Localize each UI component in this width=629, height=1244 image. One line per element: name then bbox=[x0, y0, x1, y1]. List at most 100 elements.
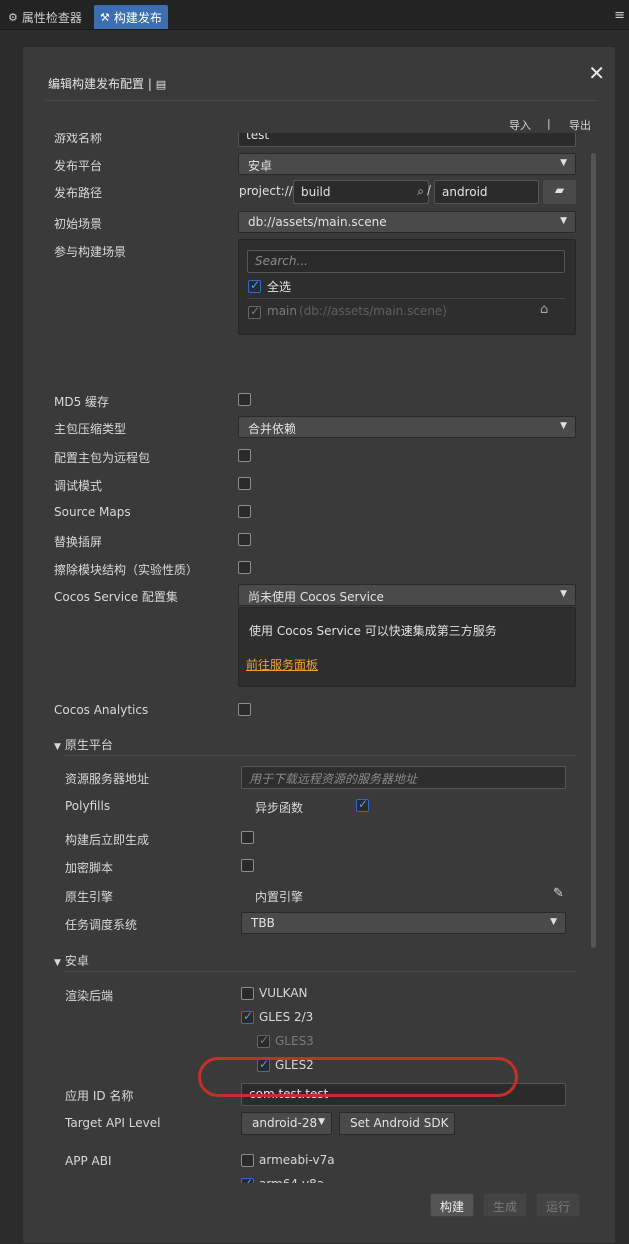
hammer-icon: ⚒ bbox=[100, 10, 110, 24]
row-game-name: 游戏名称 test bbox=[43, 133, 603, 149]
import-button[interactable]: 导入 bbox=[509, 117, 531, 133]
chevron-down-icon: ▼ bbox=[560, 589, 567, 599]
service-panel-link[interactable]: 前往服务面板 bbox=[246, 656, 318, 673]
encrypt-label: 加密脚本 bbox=[65, 861, 114, 875]
row-service: Cocos Service 配置集 尚未使用 Cocos Service ▼ 使… bbox=[43, 584, 603, 690]
tab-inspector[interactable]: ⚙ 属性检查器 bbox=[2, 5, 88, 29]
native-divider bbox=[65, 755, 576, 756]
compress-select[interactable]: 合并依赖 ▼ bbox=[238, 416, 576, 438]
remote-checkbox[interactable] bbox=[238, 449, 251, 462]
build-config-dialog: 编辑构建发布配置 | ▤ ✕ 导入 | 导出 游戏名称 test 发布平台 安卓… bbox=[22, 46, 616, 1244]
android-section-header[interactable]: ▼ 安卓 bbox=[54, 952, 89, 969]
row-erase: 擦除模块结构（实验性质） bbox=[43, 557, 603, 581]
folder-icon[interactable]: ▰ bbox=[543, 180, 576, 204]
row-start-scene: 初始场景 db://assets/main.scene ▼ bbox=[43, 211, 603, 235]
md5-label: MD5 缓存 bbox=[54, 395, 110, 409]
native-section-header[interactable]: ▼ 原生平台 bbox=[54, 736, 113, 753]
target-api-label: Target API Level bbox=[65, 1116, 161, 1130]
row-polyfills: Polyfills 异步函数 bbox=[43, 795, 603, 819]
build-path-label: 发布路径 bbox=[54, 186, 103, 200]
debug-label: 调试模式 bbox=[54, 479, 103, 493]
make-after-checkbox[interactable] bbox=[241, 831, 254, 844]
api-level-select[interactable]: android-28 ▼ bbox=[241, 1112, 332, 1135]
title-divider bbox=[45, 100, 597, 101]
build-folder-input[interactable]: build ⌕ bbox=[293, 180, 429, 204]
select-all-label: 全选 bbox=[267, 280, 292, 294]
scenes-label: 参与构建场景 bbox=[54, 245, 127, 259]
game-name-input[interactable]: test bbox=[238, 133, 576, 147]
set-android-sdk-button[interactable]: Set Android SDK bbox=[339, 1112, 455, 1135]
chevron-down-icon: ▼ bbox=[550, 917, 557, 927]
search-icon[interactable]: ⌕ bbox=[417, 184, 424, 199]
row-target-api: Target API Level android-28 ▼ Set Androi… bbox=[43, 1112, 603, 1136]
splash-checkbox[interactable] bbox=[238, 533, 251, 546]
md5-checkbox[interactable] bbox=[238, 393, 251, 406]
chevron-down-icon: ▼ bbox=[560, 421, 567, 431]
row-server: 资源服务器地址 用于下载远程资源的服务器地址 bbox=[43, 766, 603, 790]
tab-build[interactable]: ⚒ 构建发布 bbox=[94, 5, 168, 29]
splash-label: 替换插屏 bbox=[54, 535, 103, 549]
triangle-down-icon: ▼ bbox=[54, 958, 61, 968]
server-input[interactable]: 用于下载远程资源的服务器地址 bbox=[241, 766, 566, 789]
gles23-checkbox[interactable] bbox=[241, 1009, 254, 1024]
path-prefix: project:// bbox=[239, 184, 293, 198]
start-scene-select[interactable]: db://assets/main.scene ▼ bbox=[238, 211, 576, 233]
compress-label: 主包压缩类型 bbox=[54, 422, 127, 436]
row-scenes: 参与构建场景 Search... 全选 main (db://assets/ma… bbox=[43, 239, 603, 339]
edit-icon[interactable]: ✎ bbox=[553, 886, 564, 901]
render-label: 渲染后端 bbox=[65, 989, 114, 1003]
polyfills-label: Polyfills bbox=[65, 799, 111, 813]
scene-main-checkbox bbox=[248, 304, 261, 319]
async-checkbox[interactable] bbox=[356, 797, 369, 812]
scheduler-value: TBB bbox=[251, 916, 275, 930]
abi-arm64-label: arm64-v8a bbox=[259, 1177, 324, 1183]
engine-label: 原生引擎 bbox=[65, 890, 114, 904]
book-icon[interactable]: ▤ bbox=[156, 78, 166, 91]
native-section-title: 原生平台 bbox=[64, 738, 113, 752]
row-md5: MD5 缓存 bbox=[43, 389, 603, 413]
erase-checkbox[interactable] bbox=[238, 561, 251, 574]
analytics-checkbox[interactable] bbox=[238, 703, 251, 716]
row-build-path: 发布路径 project:// build ⌕ / android ▰ bbox=[43, 180, 603, 208]
menu-icon[interactable]: ≡ bbox=[614, 8, 625, 23]
scene-search-input[interactable]: Search... bbox=[247, 250, 565, 273]
scene-search-placeholder: Search... bbox=[255, 254, 308, 268]
export-button[interactable]: 导出 bbox=[569, 117, 591, 133]
scenes-panel: Search... 全选 main (db://assets/main.scen… bbox=[238, 239, 576, 335]
build-folder-value: build bbox=[301, 185, 331, 199]
vulkan-checkbox[interactable] bbox=[241, 987, 254, 1000]
tab-inspector-label: 属性检查器 bbox=[21, 10, 82, 25]
gles3-checkbox bbox=[257, 1033, 270, 1048]
build-subfolder-input[interactable]: android bbox=[434, 180, 539, 204]
sourcemaps-checkbox[interactable] bbox=[238, 505, 251, 518]
remote-label: 配置主包为远程包 bbox=[54, 451, 151, 465]
highlight-annotation bbox=[198, 1057, 518, 1097]
dialog-title: 编辑构建发布配置 | ▤ bbox=[48, 75, 166, 92]
abi-armeabi-label: armeabi-v7a bbox=[259, 1153, 335, 1167]
analytics-label: Cocos Analytics bbox=[54, 703, 149, 717]
async-label: 异步函数 bbox=[255, 801, 304, 815]
row-encrypt: 加密脚本 bbox=[43, 855, 603, 879]
erase-label: 擦除模块结构（实验性质） bbox=[54, 563, 199, 577]
abi-armeabi-checkbox[interactable] bbox=[241, 1154, 254, 1167]
settings-scroll-area[interactable]: 游戏名称 test 发布平台 安卓 ▼ 发布路径 project:// buil… bbox=[43, 133, 603, 1183]
import-export-separator: | bbox=[547, 117, 551, 130]
run-button[interactable]: 运行 bbox=[536, 1193, 581, 1217]
encrypt-checkbox[interactable] bbox=[241, 859, 254, 872]
close-icon[interactable]: ✕ bbox=[588, 61, 605, 85]
tab-build-label: 构建发布 bbox=[113, 10, 162, 25]
gles3-label: GLES3 bbox=[275, 1034, 314, 1048]
abi-arm64-checkbox[interactable] bbox=[241, 1176, 254, 1183]
build-button[interactable]: 构建 bbox=[430, 1193, 475, 1217]
debug-checkbox[interactable] bbox=[238, 477, 251, 490]
row-platform: 发布平台 安卓 ▼ bbox=[43, 153, 603, 177]
service-label: Cocos Service 配置集 bbox=[54, 590, 178, 604]
row-compress: 主包压缩类型 合并依赖 ▼ bbox=[43, 416, 603, 440]
service-select[interactable]: 尚未使用 Cocos Service ▼ bbox=[238, 584, 576, 606]
path-slash: / bbox=[427, 183, 432, 197]
row-splash: 替换插屏 bbox=[43, 529, 603, 553]
make-button[interactable]: 生成 bbox=[483, 1193, 528, 1217]
select-all-checkbox[interactable] bbox=[248, 278, 261, 293]
platform-select[interactable]: 安卓 ▼ bbox=[238, 153, 576, 175]
scheduler-select[interactable]: TBB ▼ bbox=[241, 912, 566, 934]
